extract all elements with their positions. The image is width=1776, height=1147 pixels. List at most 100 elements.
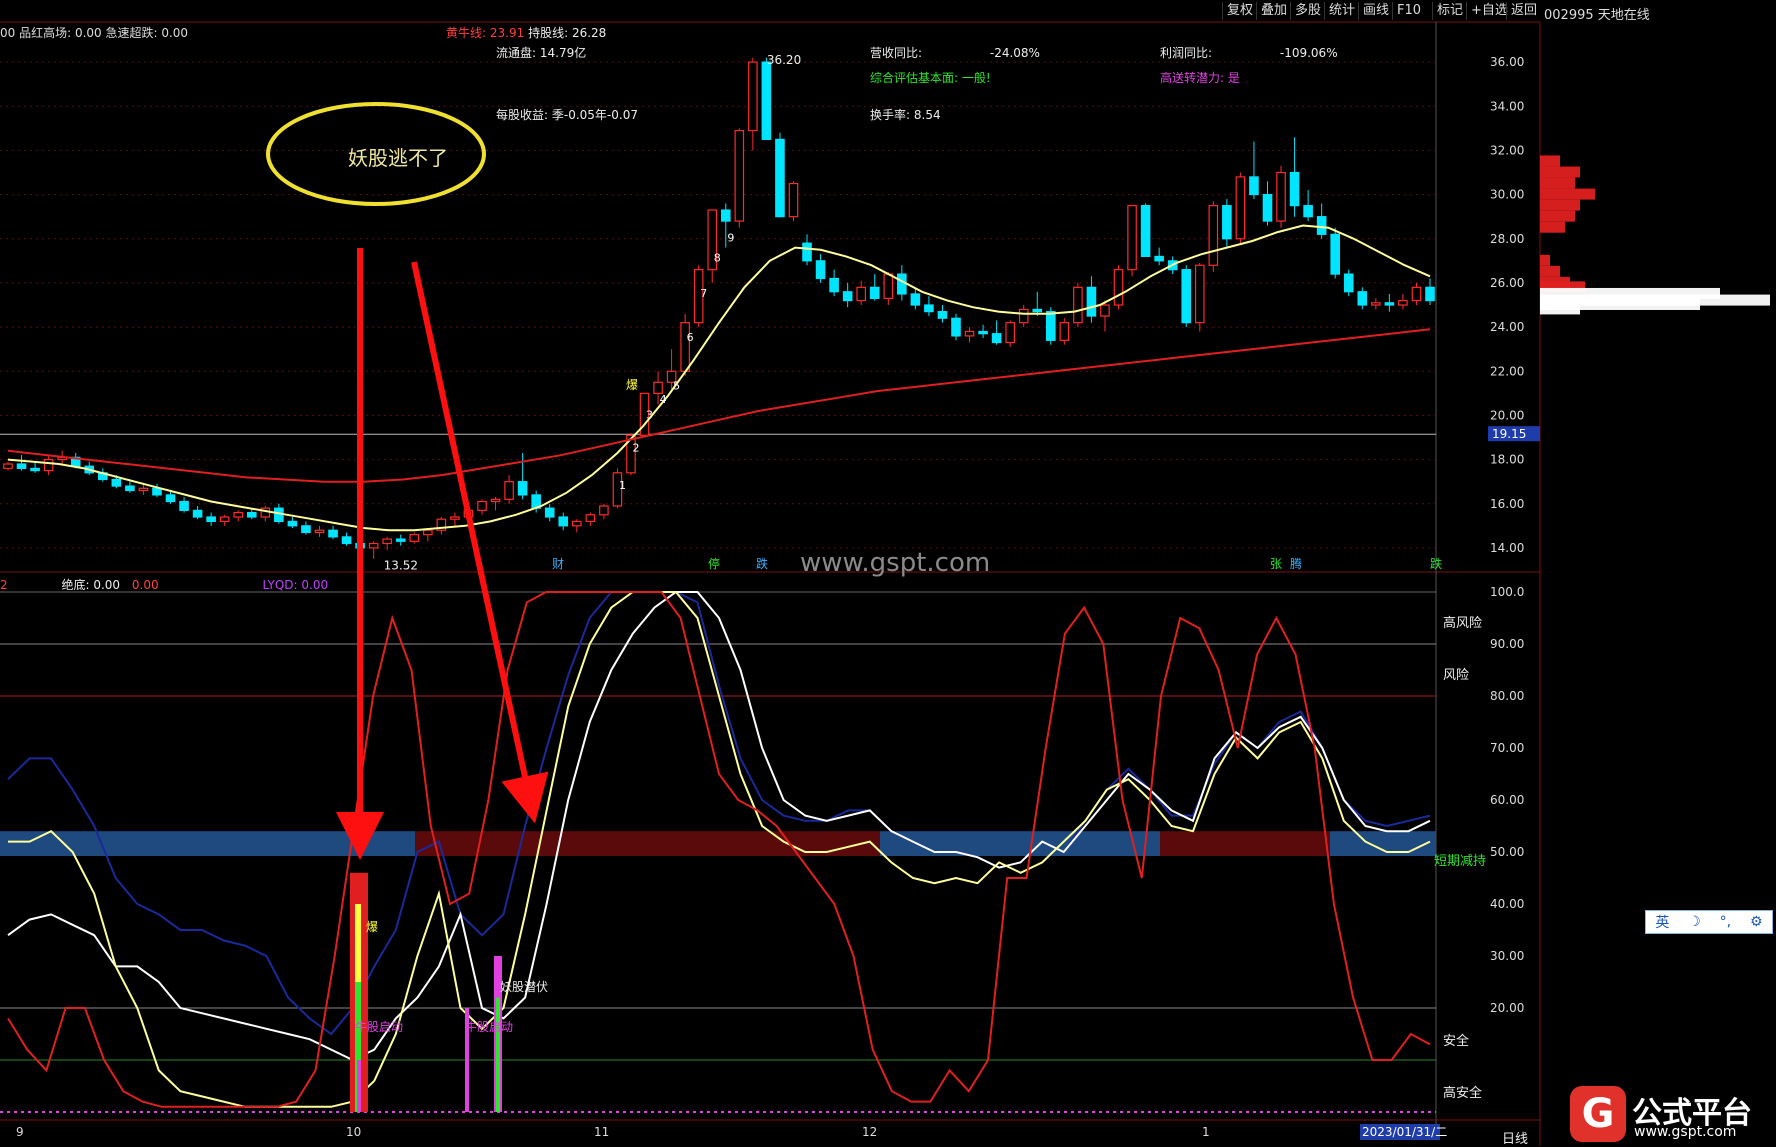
indicator-tick-label: 80.00 (1490, 689, 1524, 703)
ime-toolbar[interactable]: 英 ☽ °, ⚙ (1645, 910, 1773, 934)
hold-line-label: 持股线: (528, 26, 569, 40)
indicator-tick-label: 70.00 (1490, 741, 1524, 755)
signal-cow-start-1: 牛股启动 (355, 1020, 404, 1034)
candle-body (43, 458, 54, 472)
price-tick-label: 14.00 (1490, 541, 1524, 555)
fundamental-info: 综合评估基本面: 一般! (870, 69, 991, 86)
volume-profile-bar (1540, 265, 1560, 277)
price-tick-label: 24.00 (1490, 320, 1524, 334)
toolbar-button[interactable]: 复权 (1222, 2, 1257, 20)
candle-body (1303, 205, 1313, 218)
candle-body (978, 330, 988, 335)
candle-body (1276, 171, 1286, 222)
indicator-tick-label: 40.00 (1490, 897, 1524, 911)
candle-body (1208, 205, 1219, 266)
ma-short-line (7, 224, 1431, 532)
candle-body (720, 209, 731, 222)
candle-body (1357, 291, 1368, 306)
candle-body (1289, 171, 1300, 207)
revenue-value: -24.08% (989, 46, 1040, 60)
candle-body (179, 500, 189, 511)
price-tick-label: 36.00 (1490, 55, 1524, 69)
zone-short-reduce: 短期减持 (1434, 854, 1487, 869)
eps-value: 季-0.05年-0.07 (551, 108, 638, 122)
float-value: 14.79亿 (539, 46, 587, 60)
toolbar-button[interactable]: 多股 (1290, 2, 1325, 20)
indicator-tick-label: 30.00 (1490, 949, 1524, 963)
indicator-tick-label: 60.00 (1490, 793, 1524, 807)
indicator-tick-label: 50.00 (1490, 845, 1524, 859)
ime-item[interactable]: °, (1720, 914, 1731, 930)
profit-label: 利润同比: (1160, 46, 1213, 60)
candle-body (504, 481, 514, 500)
candle-body (138, 487, 149, 492)
candle-body (734, 129, 745, 222)
candle-body (30, 467, 40, 472)
indicator-white-line (7, 591, 1431, 1062)
explode-signal-core (357, 1060, 361, 1112)
candle-body (1100, 304, 1110, 317)
ime-item[interactable]: ⚙ (1750, 914, 1763, 930)
candle-body (1194, 264, 1205, 324)
candle-body (897, 273, 907, 295)
candle-body (1113, 269, 1124, 306)
candle-body (1086, 286, 1097, 317)
candle-body (1316, 216, 1327, 235)
candle-body (1018, 308, 1029, 324)
event-marker: 张 (1270, 557, 1282, 571)
indicator-tick-label: 20.00 (1490, 1001, 1524, 1015)
turnover-label: 换手率: (870, 108, 911, 122)
turnover-info: 换手率: 8.54 (870, 106, 941, 123)
toolbar-button[interactable]: 叠加 (1256, 2, 1291, 20)
candle-body (1343, 273, 1354, 293)
event-marker: 财 (552, 557, 564, 571)
sequence-count-label: 8 (714, 252, 721, 265)
candle-body (1046, 311, 1056, 341)
ime-item[interactable]: 英 (1655, 912, 1669, 932)
event-marker: 跌 (1430, 556, 1442, 571)
stock-code: 002995 (1544, 8, 1594, 23)
toolbar-button[interactable]: 画线 (1358, 2, 1393, 20)
bottom-label: 绝底: (61, 578, 90, 592)
profit-info: 利润同比: -109.06% (1160, 44, 1338, 61)
candle-body (544, 507, 555, 518)
toolbar-button[interactable]: 统计 (1324, 2, 1359, 20)
candle-body (395, 538, 406, 542)
price-tick-label: 20.00 (1490, 408, 1524, 422)
fundamental-value: 一般! (961, 71, 991, 85)
candle-body (1262, 193, 1273, 222)
zone-safe: 安全 (1443, 1034, 1470, 1049)
toolbar-button[interactable]: 返回 (1506, 2, 1541, 20)
candle-body (775, 138, 785, 218)
top-left-info: 00 品红高场: 0.00 急速超跌: 0.00 (0, 26, 189, 40)
candle-body (490, 498, 501, 503)
candle-body (910, 293, 921, 306)
price-low-label: 13.52 (384, 558, 418, 572)
demon-lurk-signal-inner (496, 997, 500, 1112)
ime-item[interactable]: ☽ (1688, 914, 1701, 930)
bottom-value-2: 0.00 (131, 578, 159, 592)
toolbar-button[interactable]: 标记 (1432, 2, 1467, 20)
candle-body (964, 330, 975, 337)
candle-body (1032, 308, 1043, 313)
indicator-param: 2 (0, 578, 8, 592)
volume-profile-bar (1540, 188, 1595, 200)
candle-body (1384, 302, 1395, 306)
volume-profile-bar (1540, 166, 1580, 178)
sequence-count-label: 2 (633, 442, 640, 455)
sequence-count-label: 6 (687, 331, 694, 344)
eps-info: 每股收益: 季-0.05年-0.07 (496, 106, 638, 123)
fundamental-label: 综合评估基本面: (870, 71, 959, 85)
candle-body (558, 516, 569, 527)
candle-body (287, 520, 298, 527)
stock-name: 天地在线 (1597, 8, 1650, 23)
indicator-tick-label: 100.0 (1490, 585, 1524, 599)
candle-body (219, 516, 230, 523)
period-label[interactable]: 日线 (1502, 1128, 1528, 1147)
toolbar-button[interactable]: F10 (1392, 2, 1425, 20)
price-tick-label: 30.00 (1490, 188, 1524, 202)
price-tick-label: 26.00 (1490, 276, 1524, 290)
volume-profile-bar (1540, 221, 1565, 233)
date-tick-label: 1 (1202, 1125, 1210, 1139)
float-label: 流通盘: (496, 46, 537, 60)
